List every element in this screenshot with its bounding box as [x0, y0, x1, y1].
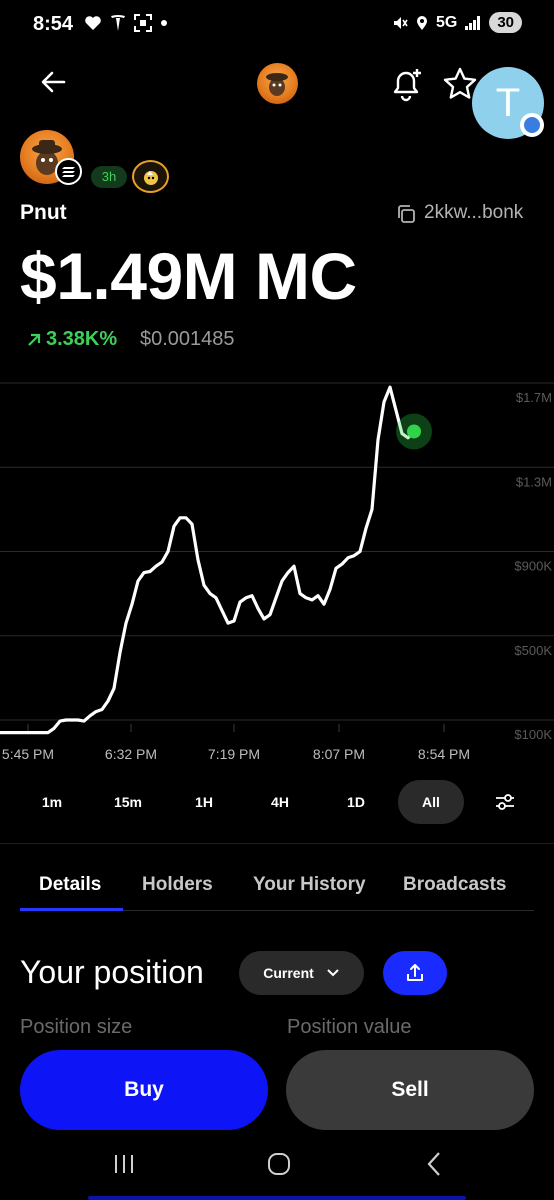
- tesla-icon: [111, 15, 125, 31]
- arrow-left-icon[interactable]: [34, 62, 74, 102]
- market-cap: $1.49M MC: [20, 239, 357, 313]
- battery-level: 30: [489, 12, 522, 33]
- x-tick-label: 8:54 PM: [418, 746, 470, 762]
- y-tick-label: $500K: [514, 643, 552, 658]
- network-type: 5G: [435, 13, 458, 31]
- y-tick-label: $1.3M: [516, 474, 552, 489]
- current-point: [407, 424, 421, 439]
- token-name: Pnut: [20, 201, 67, 224]
- pnut-token-icon: [257, 63, 298, 104]
- price-chart[interactable]: $1.7M $1.3M $900K $500K $100K 5:45 PM 6:32 PM 7…: [0, 360, 554, 780]
- timeframe-1m[interactable]: 1m: [28, 780, 76, 824]
- mute-icon: [393, 16, 408, 29]
- timeframe-15m[interactable]: 15m: [104, 780, 152, 824]
- status-bar: 8:54 5G 30: [0, 0, 554, 50]
- home-icon[interactable]: [267, 1152, 291, 1176]
- x-tick-label: 7:19 PM: [208, 746, 260, 762]
- timeframe-1d[interactable]: 1D: [332, 780, 380, 824]
- avatar-letter: T: [495, 80, 521, 125]
- price-line: [0, 385, 416, 735]
- timeframe-4h[interactable]: 4H: [256, 780, 304, 824]
- dot-icon: [161, 20, 167, 26]
- sliders-icon[interactable]: [494, 792, 516, 812]
- recents-icon[interactable]: [112, 1153, 136, 1175]
- avatar-badge: [520, 113, 544, 137]
- tab-holders[interactable]: Holders: [142, 874, 213, 896]
- x-tick-label: 5:45 PM: [2, 746, 54, 762]
- heart-icon: [85, 16, 101, 30]
- y-tick-label: $900K: [514, 559, 552, 574]
- nav-indicator: [88, 1196, 466, 1200]
- y-tick-label: $1.7M: [516, 390, 552, 405]
- position-filter-label: Current: [263, 965, 314, 981]
- buy-button[interactable]: Buy: [20, 1050, 268, 1130]
- tab-your-history[interactable]: Your History: [253, 874, 366, 896]
- price-change: 3.38K%: [46, 328, 118, 350]
- back-icon[interactable]: [426, 1151, 442, 1177]
- y-tick-label: $100K: [514, 727, 552, 742]
- position-title: Your position: [20, 954, 204, 990]
- share-icon: [407, 964, 423, 981]
- timeframe-all[interactable]: All: [398, 780, 464, 824]
- x-tick-label: 8:07 PM: [313, 746, 365, 762]
- position-size-label: Position size: [20, 1016, 133, 1038]
- timeframe-1h[interactable]: 1H: [180, 780, 228, 824]
- tab-broadcasts[interactable]: Broadcasts: [403, 874, 507, 896]
- status-time: 8:54: [33, 13, 74, 35]
- tab-details[interactable]: Details: [39, 874, 101, 896]
- copy-icon[interactable]: [396, 204, 416, 224]
- divider: [0, 843, 554, 844]
- chevron-down-icon: [327, 969, 339, 977]
- share-button[interactable]: [383, 951, 447, 995]
- arrow-up-right-icon: [28, 333, 41, 346]
- location-icon: [416, 15, 427, 30]
- signal-icon: [465, 15, 481, 30]
- solana-chain-icon: [55, 158, 82, 185]
- token-price: $0.001485: [140, 328, 235, 350]
- position-value-label: Position value: [287, 1016, 412, 1038]
- contract-address[interactable]: 2kkw...bonk: [424, 202, 523, 224]
- bell-plus-icon[interactable]: [387, 66, 425, 102]
- sell-button[interactable]: Sell: [286, 1050, 534, 1130]
- token-age-badge: 3h: [91, 166, 127, 188]
- tab-active-indicator: [20, 908, 123, 911]
- launchpad-icon: [132, 160, 169, 193]
- scan-icon: [134, 14, 152, 32]
- x-tick-label: 6:32 PM: [105, 746, 157, 762]
- position-filter-dropdown[interactable]: Current: [239, 951, 364, 995]
